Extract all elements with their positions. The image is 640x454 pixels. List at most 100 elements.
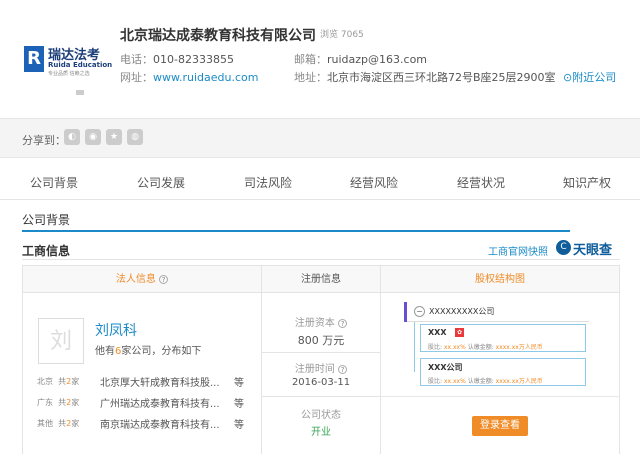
company-logo: R 瑞达法考 Ruida Education 专业品质 信赖之选 [20, 40, 112, 94]
website-row: 网址：www.ruidaedu.com [120, 69, 258, 85]
legal-header-label: 法人信息 [115, 274, 156, 285]
nav-intellectual-property[interactable]: 知识产权 [563, 174, 611, 191]
equity-fade [380, 396, 620, 397]
address-row: 地址：北京市海淀区西三环北路72号B座25层2900室 ⊙附近公司 [294, 69, 616, 85]
section-title-divider [22, 259, 620, 260]
legal-person-name[interactable]: 刘凤科 [95, 320, 137, 340]
address-value: 北京市海淀区西三环北路72号B座25层2900室 [327, 71, 556, 84]
equity-node-name: XXX [428, 328, 447, 337]
tianyancha-logo-icon: C [556, 240, 571, 255]
qq-share-icon[interactable]: ◐ [64, 129, 80, 145]
legal-header: 法人信息 ? [23, 266, 261, 293]
phone-label: 电话： [120, 53, 153, 66]
equity-root-name: XXXXXXXXX公司 [429, 307, 495, 316]
website-link[interactable]: www.ruidaedu.com [153, 71, 258, 84]
ratio-label: 股比: [428, 344, 443, 351]
amount-label: 认缴金额: [467, 378, 494, 385]
date-label-row: 注册时间 ? [262, 360, 380, 375]
city-name: 北京 [37, 377, 53, 386]
amount-label: 认缴金额: [467, 344, 494, 351]
capital-value: 800 万元 [297, 334, 345, 347]
phone-row: 电话：010-82333855 [120, 51, 234, 67]
tianyancha-brand: 天眼查 [573, 243, 613, 258]
nav-company-background[interactable]: 公司背景 [30, 174, 78, 191]
related-company-0[interactable]: 北京厚大轩成教育科技股... [100, 374, 220, 389]
capital-label: 注册资本 [294, 318, 335, 329]
row-etc-0[interactable]: 等 [234, 374, 244, 389]
nearby-companies-link[interactable]: ⊙附近公司 [563, 71, 616, 84]
registration-header: 注册信息 [262, 266, 380, 293]
count-pre: 共 [58, 377, 67, 386]
logo-slogan: 专业品质 信赖之选 [48, 71, 90, 77]
address-label: 地址： [294, 71, 327, 84]
email-label: 邮箱： [294, 53, 327, 66]
view-count: 浏览 7065 [320, 30, 364, 40]
row-city-0: 北京 共2家 [37, 376, 79, 387]
amount-value: xxxx.xx万人民币 [495, 378, 543, 385]
equity-connector [414, 322, 415, 372]
reg-divider [262, 352, 380, 353]
date-label: 注册时间 [294, 364, 335, 375]
company-name: 北京瑞达成泰教育科技有限公司 [120, 28, 316, 44]
help-icon[interactable]: ? [338, 364, 348, 374]
summary-post: 家公司，分布如下 [121, 346, 202, 357]
city-name: 其他 [37, 419, 53, 428]
row-city-2: 其他 共2家 [37, 418, 79, 429]
email-value: ruidazp@163.com [327, 53, 428, 66]
person-badge-icon: ✿ [455, 328, 464, 337]
count-post: 家 [71, 398, 80, 407]
related-company-1[interactable]: 广州瑞达成泰教育科技有... [100, 395, 220, 410]
count-post: 家 [71, 377, 80, 386]
equity-header: 股权结构图 [381, 266, 619, 293]
nav-business-risk[interactable]: 经营风险 [350, 174, 398, 191]
row-city-1: 广东 共2家 [37, 397, 79, 408]
section-tab-active[interactable]: 公司背景 [22, 211, 70, 228]
share-label: 分享到： [22, 134, 66, 147]
help-icon[interactable]: ? [338, 318, 348, 328]
section-divider [22, 230, 570, 232]
collapse-icon[interactable]: − [414, 306, 425, 317]
avatar: 刘 [38, 318, 84, 364]
summary-pre: 他有 [95, 346, 115, 357]
official-snapshot-link[interactable]: 工商官网快照 [488, 243, 548, 258]
nav-judicial-risk[interactable]: 司法风险 [244, 174, 292, 191]
nav-company-development[interactable]: 公司发展 [137, 174, 185, 191]
logo-r-icon: R [24, 46, 44, 72]
website-label: 网址： [120, 71, 153, 84]
equity-root[interactable]: − XXXXXXXXX公司 [407, 302, 589, 322]
main-nav [0, 166, 640, 200]
ratio-label: 股比: [428, 378, 443, 385]
phone-value: 010-82333855 [153, 53, 234, 66]
nav-business-status[interactable]: 经营状况 [457, 174, 505, 191]
date-value: 2016-03-11 [291, 377, 351, 388]
wechat-share-icon[interactable]: ◍ [127, 129, 143, 145]
equity-node-name: XXX公司 [428, 363, 463, 372]
help-icon[interactable]: ? [159, 274, 169, 284]
status-value: 开业 [311, 427, 331, 438]
nearby-label: 附近公司 [572, 71, 617, 84]
equity-node-1[interactable]: XXX公司 股比: xx.xx% 认缴金额: xxxx.xx万人民币 [420, 358, 586, 386]
count-post: 家 [71, 419, 80, 428]
count-pre: 共 [58, 419, 67, 428]
amount-value: xxxx.xx万人民币 [495, 344, 543, 351]
email-row: 邮箱：ruidazp@163.com [294, 51, 427, 67]
location-pin-icon: ⊙ [563, 71, 573, 84]
reg-divider [262, 396, 380, 397]
equity-node-detail: 股比: xx.xx% 认缴金额: xxxx.xx万人民币 [428, 342, 543, 351]
status-label: 公司状态 [301, 410, 341, 421]
capital-label-row: 注册资本 ? [262, 314, 380, 329]
row-etc-1[interactable]: 等 [234, 395, 244, 410]
related-company-2[interactable]: 南京瑞达成泰教育科技有... [100, 416, 220, 431]
logo-english: Ruida Education [48, 61, 113, 69]
equity-node-0[interactable]: XXX ✿ 股比: xx.xx% 认缴金额: xxxx.xx万人民币 [420, 324, 586, 352]
favorite-share-icon[interactable]: ★ [106, 129, 122, 145]
weibo-share-icon[interactable]: ◉ [85, 129, 101, 145]
section-title: 工商信息 [22, 244, 71, 258]
legal-person-summary: 他有6家公司，分布如下 [95, 342, 201, 357]
ratio-value: xx.xx% [443, 344, 466, 351]
equity-node-detail: 股比: xx.xx% 认缴金额: xxxx.xx万人民币 [428, 376, 543, 385]
city-name: 广东 [37, 398, 53, 407]
row-etc-2[interactable]: 等 [234, 416, 244, 431]
ratio-value: xx.xx% [443, 378, 466, 385]
login-view-button[interactable]: 登录查看 [472, 416, 528, 436]
